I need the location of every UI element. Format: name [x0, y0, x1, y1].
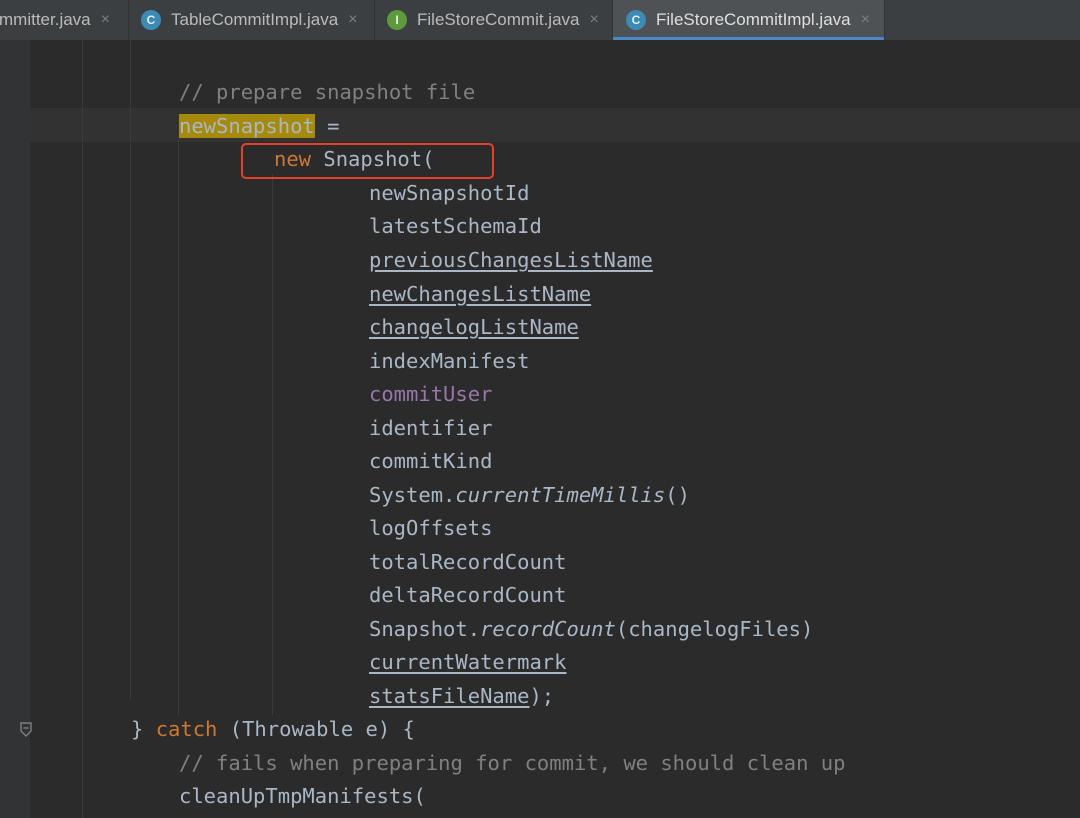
tab-file-store-commit-impl[interactable]: C FileStoreCommitImpl.java ×: [613, 0, 885, 40]
indent-guide: [178, 140, 179, 715]
indent-guide: [272, 174, 273, 715]
close-icon[interactable]: ×: [590, 11, 599, 29]
class-icon: C: [141, 10, 161, 30]
close-icon[interactable]: ×: [861, 11, 870, 29]
code-line: newSnapshot =: [179, 114, 340, 138]
code-text: // prepare snapshot file newSnapshot = n…: [0, 0, 845, 808]
tab-label: FileStoreCommit.java: [417, 10, 580, 29]
code-line: indexManifest: [369, 349, 530, 373]
close-icon[interactable]: ×: [101, 11, 110, 29]
comment-line: // fails when preparing for commit, we s…: [179, 751, 846, 775]
code-line: commitKind: [369, 449, 493, 473]
indent-guide: [130, 40, 131, 700]
code-line: cleanUpTmpManifests(: [179, 784, 426, 808]
comment-line: // prepare snapshot file: [179, 80, 476, 104]
code-line: changelogListName: [369, 315, 579, 339]
keyword: catch: [155, 717, 218, 741]
code-line: identifier: [369, 416, 493, 440]
tab-label: FileStoreCommitImpl.java: [656, 10, 851, 29]
code-line: previousChangesListName: [369, 248, 653, 272]
interface-icon: I: [387, 10, 407, 30]
code-line: latestSchemaId: [369, 214, 542, 238]
tab-label: TableCommitImpl.java: [171, 10, 339, 29]
code-line: } catch (Throwable e) {: [131, 717, 415, 741]
close-icon[interactable]: ×: [348, 11, 357, 29]
fold-marker-icon[interactable]: [19, 722, 33, 738]
code-line: logOffsets: [369, 516, 493, 540]
tab-table-commit-impl[interactable]: C TableCommitImpl.java ×: [129, 0, 375, 40]
annotation-highlight-box: [241, 143, 494, 179]
code-line: deltaRecordCount: [369, 583, 567, 607]
code-line: newChangesListName: [369, 282, 592, 306]
code-line: totalRecordCount: [369, 550, 567, 574]
code-line: statsFileName);: [369, 684, 555, 708]
class-icon: C: [626, 10, 646, 30]
highlighted-identifier[interactable]: newSnapshot: [179, 114, 315, 138]
code-line: Snapshot.recordCount(changelogFiles): [369, 617, 814, 641]
editor-tab-bar: mmitter.java × C TableCommitImpl.java × …: [0, 0, 1080, 41]
code-line: newSnapshotId: [369, 181, 530, 205]
code-line: currentWatermark: [369, 650, 567, 674]
code-line: System.currentTimeMillis(): [369, 483, 690, 507]
indent-guide: [82, 40, 83, 818]
tab-file-store-commit[interactable]: I FileStoreCommit.java ×: [375, 0, 613, 40]
code-line: commitUser: [369, 382, 493, 406]
